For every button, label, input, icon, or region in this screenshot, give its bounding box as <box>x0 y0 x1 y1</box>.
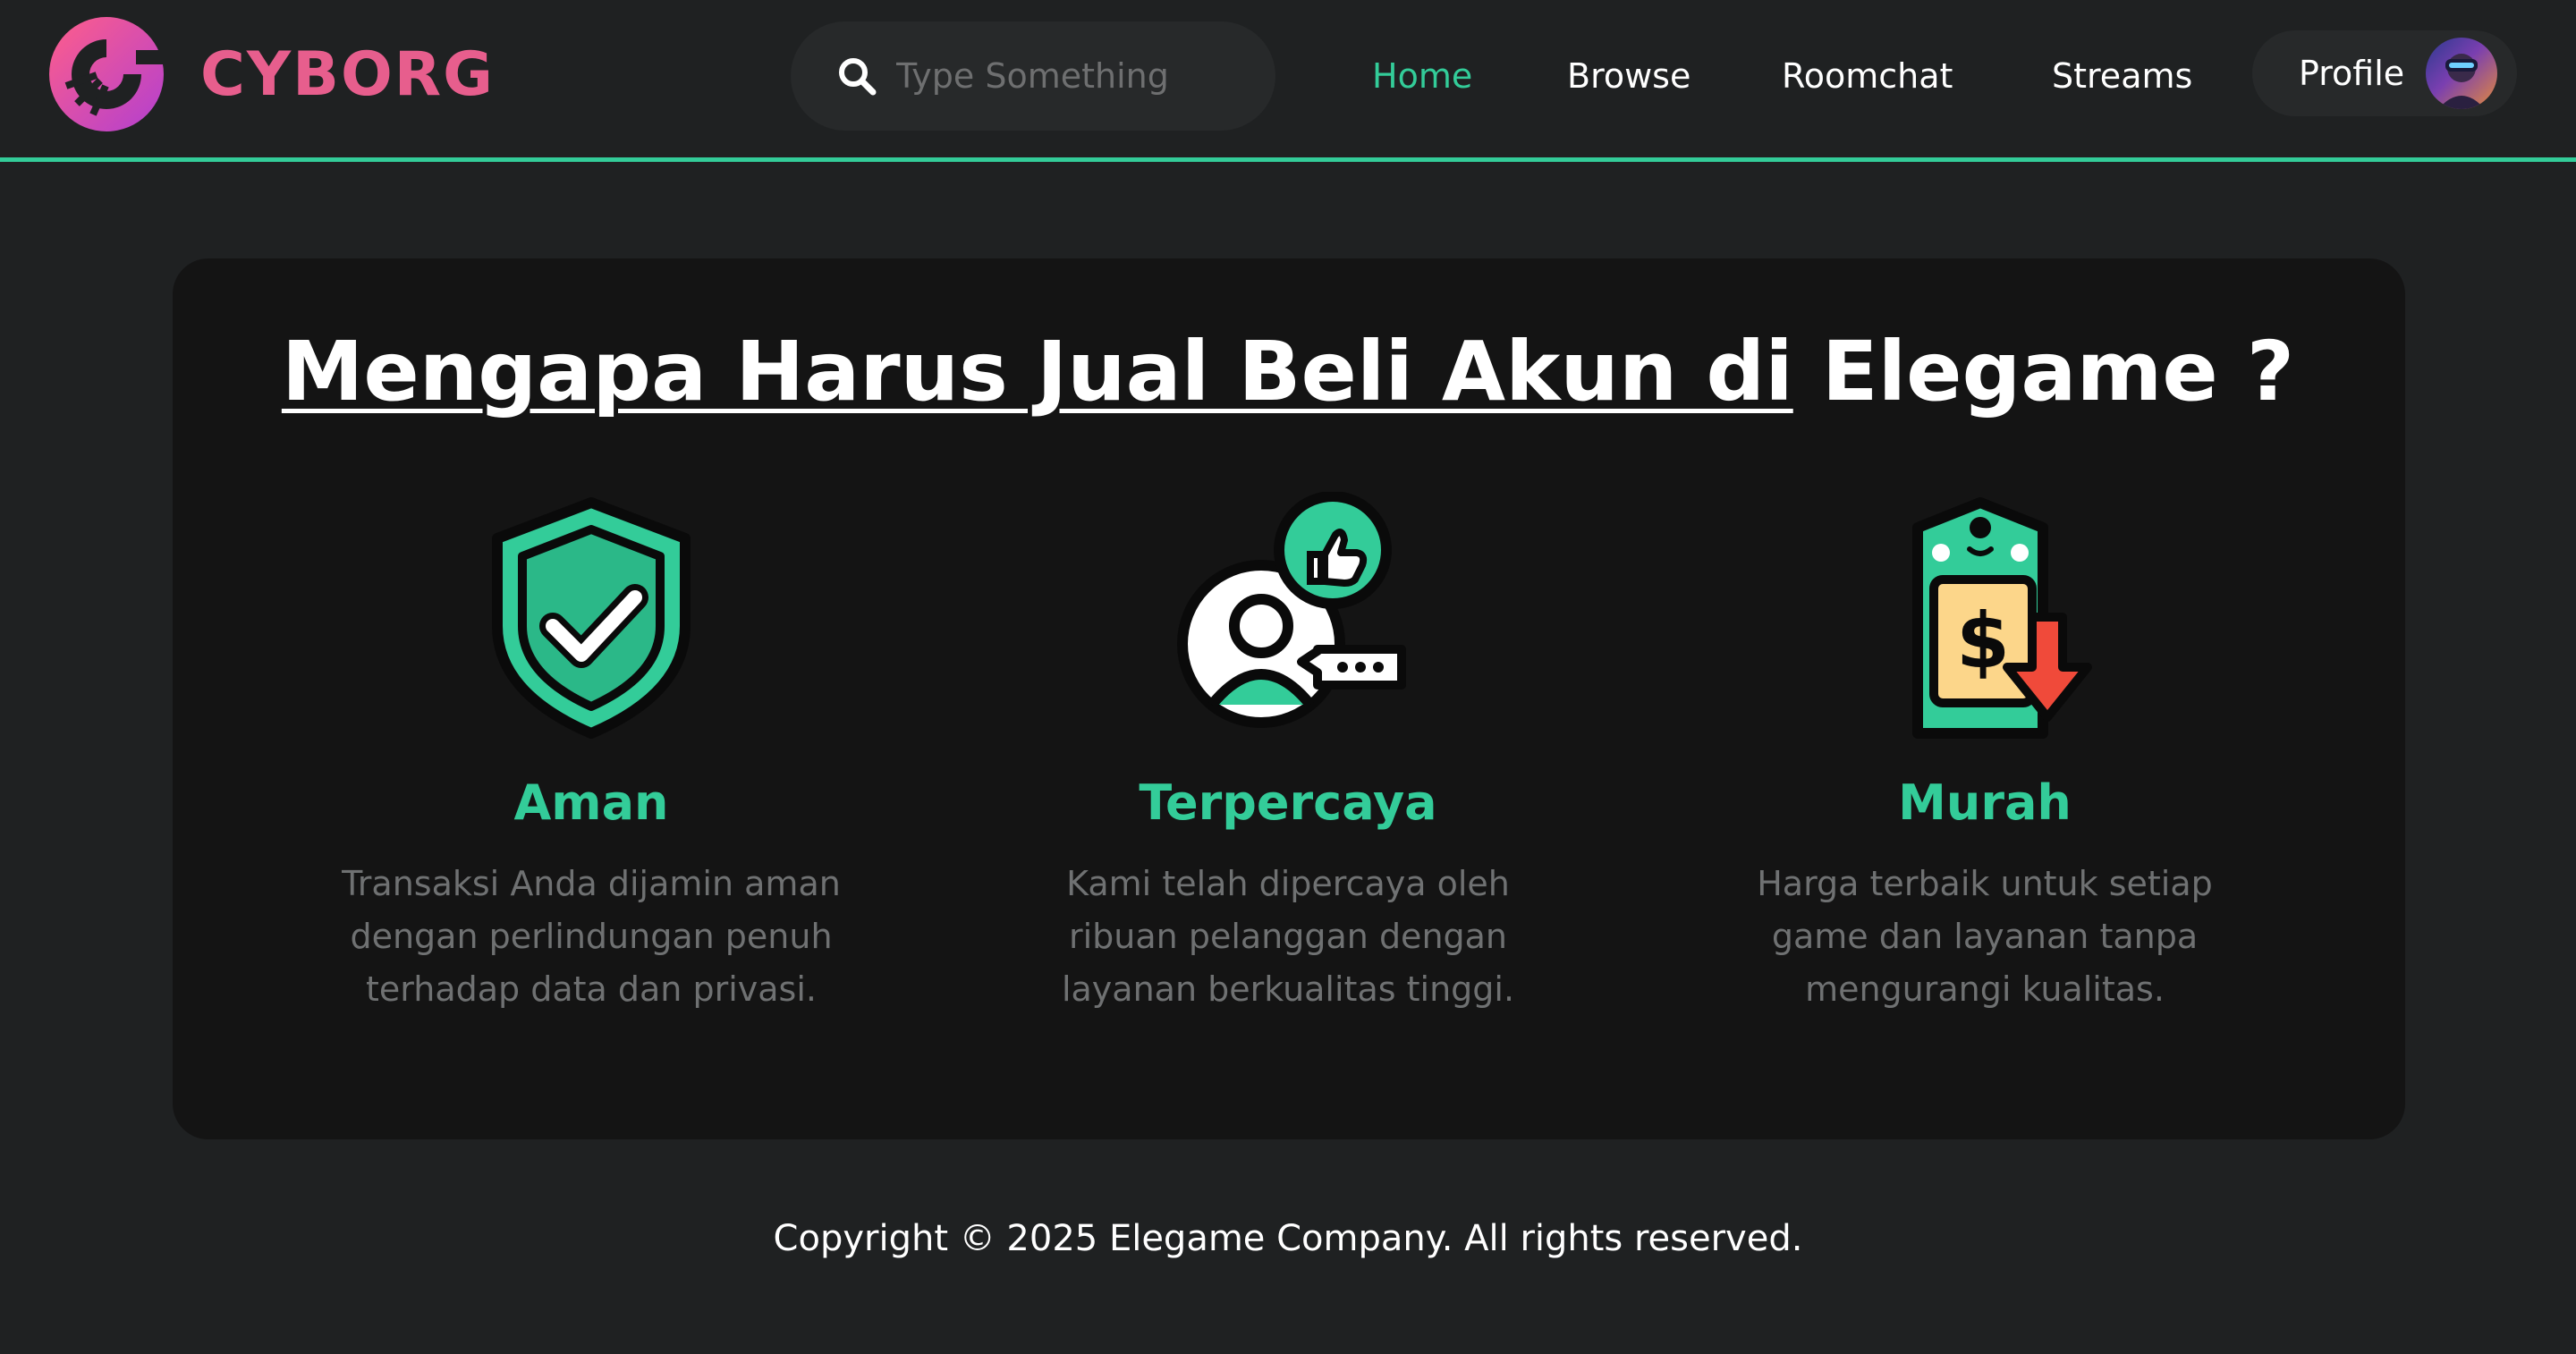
nav-item-browse[interactable]: Browse <box>1567 21 1690 131</box>
feature-title: Aman <box>513 774 669 831</box>
shield-check-icon <box>492 497 691 739</box>
feature-title: Murah <box>1898 774 2072 831</box>
page-title-underlined: Mengapa Harus Jual Beli Akun di <box>281 324 1793 419</box>
profile-label: Profile <box>2299 54 2405 93</box>
feature-description: Kami telah dipercaya oleh ribuan pelangg… <box>1061 864 1515 1009</box>
nav-item-home[interactable]: Home <box>1372 21 1472 131</box>
page-title: Mengapa Harus Jual Beli Akun di Elegame … <box>0 324 2576 419</box>
nav-item-streams[interactable]: Streams <box>2052 21 2192 131</box>
nav-item-roomchat[interactable]: Roomchat <box>1782 21 1953 131</box>
avatar <box>2426 38 2497 109</box>
price-tag-down-icon: $ <box>1912 497 2092 739</box>
svg-text:$: $ <box>1956 597 2010 686</box>
main-nav: Home Browse Roomchat Streams <box>0 21 2576 131</box>
feature-description: Harga terbaik untuk setiap game dan laya… <box>1757 864 2213 1009</box>
feature-aman: Aman Transaksi Anda dijamin aman dengan … <box>314 492 869 1016</box>
top-header: CYBORG Home Browse Roomchat Streams Prof… <box>0 0 2576 162</box>
profile-button[interactable]: Profile <box>2252 30 2517 116</box>
feature-murah: $ Murah Harga terbaik untuk setiap game … <box>1707 492 2262 1016</box>
trusted-user-thumbs-up-icon <box>1177 492 1406 728</box>
feature-description: Transaksi Anda dijamin aman dengan perli… <box>342 864 841 1009</box>
feature-title: Terpercaya <box>1139 774 1437 831</box>
footer-copyright: Copyright © 2025 Elegame Company. All ri… <box>773 1218 1803 1259</box>
page-title-rest: Elegame ? <box>1792 324 2295 419</box>
feature-terpercaya: Terpercaya Kami telah dipercaya oleh rib… <box>1011 492 1565 1016</box>
